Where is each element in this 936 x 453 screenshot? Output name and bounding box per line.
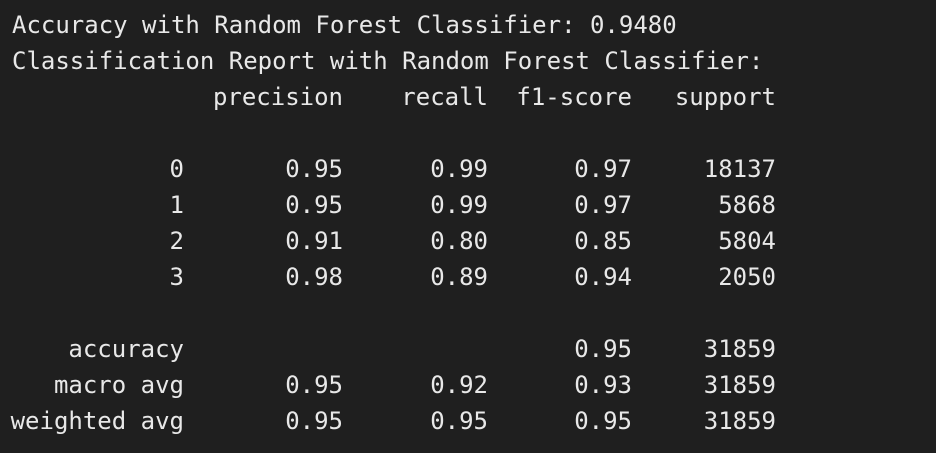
- header-recall: recall: [401, 83, 488, 111]
- f1-score-value: 0.85: [574, 227, 632, 255]
- support-value: 31859: [703, 371, 776, 399]
- header-f1-score: f1-score: [516, 83, 632, 111]
- f1-score-value: 0.93: [574, 371, 632, 399]
- support-value: 2050: [718, 263, 776, 291]
- precision-value: 0.95: [285, 407, 343, 435]
- row-label: macro avg: [53, 371, 184, 399]
- report-header-row: precision recall f1-score support: [12, 79, 936, 115]
- precision-value: 0.98: [285, 263, 343, 291]
- header-support: support: [674, 83, 776, 111]
- f1-score-value: 0.95: [574, 335, 632, 363]
- recall-value: 0.89: [430, 263, 488, 291]
- row-label: 3: [169, 263, 184, 291]
- support-value: 18137: [703, 155, 776, 183]
- precision-value: 0.91: [285, 227, 343, 255]
- row-label: 2: [169, 227, 184, 255]
- f1-score-value: 0.94: [574, 263, 632, 291]
- summary-row: macro avg 0.95 0.92 0.93 31859: [12, 367, 936, 403]
- f1-score-value: 0.97: [574, 155, 632, 183]
- precision-value: 0.95: [285, 371, 343, 399]
- class-row: 2 0.91 0.80 0.85 5804: [12, 223, 936, 259]
- row-label: weighted avg: [10, 407, 184, 435]
- recall-value: 0.95: [430, 407, 488, 435]
- support-value: 31859: [703, 335, 776, 363]
- summary-row: weighted avg 0.95 0.95 0.95 31859: [10, 403, 936, 439]
- summary-row: accuracy 0.95 31859: [12, 331, 936, 367]
- class-row: 0 0.95 0.99 0.97 18137: [12, 151, 936, 187]
- report-title: Classification Report with Random Forest…: [12, 47, 764, 75]
- f1-score-value: 0.97: [574, 191, 632, 219]
- accuracy-line: Accuracy with Random Forest Classifier: …: [12, 11, 677, 39]
- precision-value: 0.95: [285, 155, 343, 183]
- recall-value: 0.80: [430, 227, 488, 255]
- class-rows: 0 0.95 0.99 0.97 18137 1 0.95 0.99 0.97 5868 2 0.91…: [12, 151, 936, 295]
- row-label: 0: [169, 155, 184, 183]
- summary-rows: accuracy 0.95 31859 macro avg 0.95 0.92 0.93 31…: [10, 331, 936, 439]
- class-row: 1 0.95 0.99 0.97 5868: [12, 187, 936, 223]
- row-label: 1: [169, 191, 184, 219]
- recall-value: 0.92: [430, 371, 488, 399]
- support-value: 5868: [718, 191, 776, 219]
- header-precision: precision: [212, 83, 343, 111]
- recall-value: 0.99: [430, 155, 488, 183]
- terminal-output: Accuracy with Random Forest Classifier: …: [0, 0, 936, 453]
- class-row: 3 0.98 0.89 0.94 2050: [12, 259, 936, 295]
- support-value: 31859: [703, 407, 776, 435]
- f1-score-value: 0.95: [574, 407, 632, 435]
- row-label: accuracy: [68, 335, 184, 363]
- support-value: 5804: [718, 227, 776, 255]
- recall-value: 0.99: [430, 191, 488, 219]
- precision-value: 0.95: [285, 191, 343, 219]
